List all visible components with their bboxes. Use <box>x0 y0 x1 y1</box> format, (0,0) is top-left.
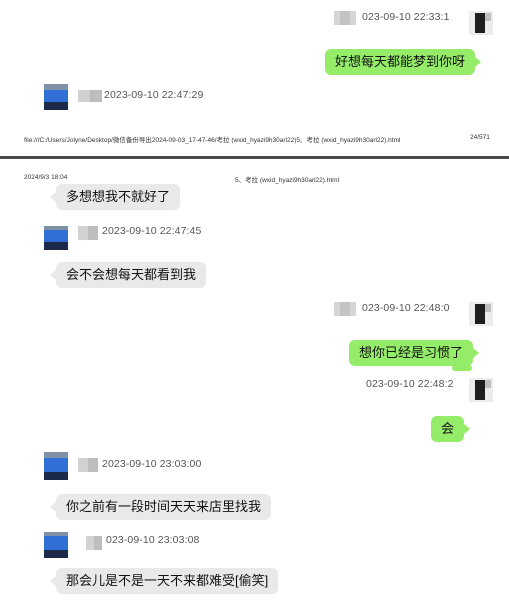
message-bubble[interactable]: 会不会想每天都看到我 <box>50 262 207 288</box>
message-timestamp: 2023-09-10 22:47:45 <box>102 225 202 237</box>
message-timestamp: 023-09-10 22:33:1 <box>362 11 450 23</box>
message-timestamp: 023-09-10 23:03:08 <box>106 534 200 546</box>
pixelated-name-block <box>86 536 102 550</box>
message-timestamp: 023-09-10 22:48:0 <box>362 302 450 314</box>
contact-avatar[interactable] <box>44 452 68 482</box>
message-timestamp: 2023-09-10 23:03:00 <box>102 458 202 470</box>
page-separator <box>0 156 509 159</box>
user-avatar[interactable] <box>469 302 493 326</box>
contact-avatar[interactable] <box>44 84 68 112</box>
message-timestamp: 2023-09-10 22:47:29 <box>104 89 204 101</box>
message-timestamp: 023-09-10 22:48:2 <box>366 378 454 390</box>
user-avatar[interactable] <box>469 11 493 35</box>
message-bubble[interactable]: 多想想我不就好了 <box>50 184 181 210</box>
page-header-date: 2024/9/3 18:04 <box>24 174 68 181</box>
pixelated-name-block <box>78 90 102 102</box>
page-footer-path: file:///C:/Users/Jolyne/Desktop/微信备份导出20… <box>24 137 401 144</box>
cropped-bubble-edge <box>452 365 472 371</box>
pixelated-name-block <box>334 11 356 25</box>
contact-avatar[interactable] <box>44 532 68 560</box>
page-footer-number: 24/571 <box>470 134 490 141</box>
contact-avatar[interactable] <box>44 226 68 252</box>
message-bubble[interactable]: 好想每天都能梦到你呀 <box>325 49 482 75</box>
message-bubble[interactable]: 想你已经是习惯了 <box>349 340 480 366</box>
message-bubble[interactable]: 那会儿是不是一天不来都难受[偷笑] <box>50 568 279 594</box>
message-bubble[interactable]: 你之前有一段时间天天来店里找我 <box>50 494 272 520</box>
pixelated-name-block <box>78 226 98 240</box>
user-avatar[interactable] <box>469 378 493 402</box>
pixelated-name-block <box>78 458 98 472</box>
pixelated-name-block <box>334 302 356 316</box>
message-bubble[interactable]: 会 <box>431 416 471 442</box>
page-header-title: 5、考拉 (wxid_hyazi9h30arl22).html <box>235 177 340 184</box>
